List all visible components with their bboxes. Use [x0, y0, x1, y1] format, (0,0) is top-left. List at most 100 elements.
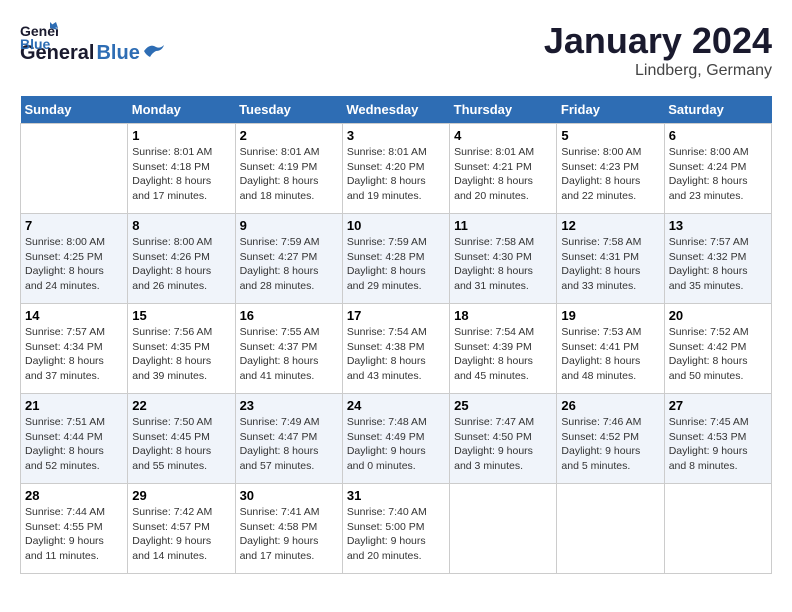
- calendar-cell: [557, 484, 664, 574]
- sunset-text: Sunset: 4:30 PM: [454, 251, 532, 263]
- logo: General Blue General Blue: [20, 20, 164, 65]
- calendar-cell: 19 Sunrise: 7:53 AM Sunset: 4:41 PM Dayligh…: [557, 304, 664, 394]
- calendar-cell: 11Sunrise: 7:58 AMSunset: 4:30 PMDayligh…: [450, 214, 557, 304]
- day-number: 18: [454, 308, 552, 323]
- sunset-text: Sunset: 4:45 PM: [132, 431, 210, 443]
- day-number: 3: [347, 128, 445, 143]
- day-number: 7: [25, 218, 123, 233]
- logo-text-blue: Blue: [96, 42, 139, 65]
- daylight-text: Daylight: 8 hours and 22 minutes.: [561, 175, 640, 202]
- sunset-text: Sunset: 4:41 PM: [561, 341, 639, 353]
- day-number: 20: [669, 308, 767, 323]
- sunset-text: Sunset: 4:55 PM: [25, 521, 103, 533]
- day-info: Sunrise: 8:01 AMSunset: 4:18 PMDaylight:…: [132, 145, 230, 204]
- daylight-text: Daylight: 8 hours and 45 minutes.: [454, 355, 533, 382]
- daylight-text: Daylight: 9 hours and 14 minutes.: [132, 535, 211, 562]
- weekday-header-sunday: Sunday: [21, 96, 128, 124]
- calendar-cell: 13Sunrise: 7:57 AMSunset: 4:32 PMDayligh…: [664, 214, 771, 304]
- day-info: Sunrise: 7:48 AMSunset: 4:49 PMDaylight:…: [347, 415, 445, 474]
- sunset-text: Sunset: 4:52 PM: [561, 431, 639, 443]
- bird-icon: [142, 43, 164, 59]
- calendar-cell: 31Sunrise: 7:40 AMSunset: 5:00 PMDayligh…: [342, 484, 449, 574]
- day-info: Sunrise: 8:00 AM Sunset: 4:23 PM Daylight:…: [561, 145, 659, 204]
- daylight-text: Daylight: 8 hours and 19 minutes.: [347, 175, 426, 202]
- day-number: 11: [454, 218, 552, 233]
- day-number: 24: [347, 398, 445, 413]
- day-info: Sunrise: 7:41 AMSunset: 4:58 PMDaylight:…: [240, 505, 338, 564]
- day-number: 1: [132, 128, 230, 143]
- day-number: 8: [132, 218, 230, 233]
- day-number: 16: [240, 308, 338, 323]
- calendar-cell: 28Sunrise: 7:44 AMSunset: 4:55 PMDayligh…: [21, 484, 128, 574]
- calendar-cell: 16Sunrise: 7:55 AMSunset: 4:37 PMDayligh…: [235, 304, 342, 394]
- sunrise-text: Sunrise: 7:56 AM: [132, 326, 212, 338]
- sunrise-text: Sunrise: 8:01 AM: [240, 146, 320, 158]
- sunset-text: Sunset: 4:58 PM: [240, 521, 318, 533]
- sunrise-text: Sunrise: 7:47 AM: [454, 416, 534, 428]
- sunset-text: Sunset: 4:32 PM: [669, 251, 747, 263]
- calendar-cell: 30Sunrise: 7:41 AMSunset: 4:58 PMDayligh…: [235, 484, 342, 574]
- day-info: Sunrise: 7:58 AMSunset: 4:31 PMDaylight:…: [561, 235, 659, 294]
- sunrise-text: Sunrise: 7:53 AM: [561, 326, 641, 338]
- sunset-text: Sunset: 4:50 PM: [454, 431, 532, 443]
- sunrise-text: Sunrise: 7:58 AM: [561, 236, 641, 248]
- sunrise-text: Sunrise: 8:01 AM: [132, 146, 212, 158]
- daylight-text: Daylight: 8 hours and 55 minutes.: [132, 445, 211, 472]
- day-number: 30: [240, 488, 338, 503]
- day-info: Sunrise: 7:57 AMSunset: 4:34 PMDaylight:…: [25, 325, 123, 384]
- svg-text:Blue: Blue: [20, 36, 51, 52]
- sunrise-text: Sunrise: 7:41 AM: [240, 506, 320, 518]
- calendar-cell: 12Sunrise: 7:58 AMSunset: 4:31 PMDayligh…: [557, 214, 664, 304]
- calendar-week-1: 1 Sunrise: 8:01 AMSunset: 4:18 PMDaylight…: [21, 124, 772, 214]
- day-info: Sunrise: 8:01 AMSunset: 4:19 PMDaylight:…: [240, 145, 338, 204]
- sunset-text: Sunset: 4:24 PM: [669, 161, 747, 173]
- sunrise-text: Sunrise: 7:58 AM: [454, 236, 534, 248]
- daylight-text: Daylight: 8 hours and 17 minutes.: [132, 175, 211, 202]
- calendar-cell: 2Sunrise: 8:01 AMSunset: 4:19 PMDaylight…: [235, 124, 342, 214]
- day-info: Sunrise: 7:49 AMSunset: 4:47 PMDaylight:…: [240, 415, 338, 474]
- day-info: Sunrise: 7:56 AMSunset: 4:35 PMDaylight:…: [132, 325, 230, 384]
- sunset-text: Sunset: 4:27 PM: [240, 251, 318, 263]
- daylight-text: Daylight: 8 hours and 35 minutes.: [669, 265, 748, 292]
- day-number: 17: [347, 308, 445, 323]
- day-number: 15: [132, 308, 230, 323]
- page-header: General Blue General Blue January 2024 L…: [20, 20, 772, 80]
- calendar-cell: 20Sunrise: 7:52 AMSunset: 4:42 PMDayligh…: [664, 304, 771, 394]
- calendar-week-2: 7Sunrise: 8:00 AMSunset: 4:25 PMDaylight…: [21, 214, 772, 304]
- sunset-text: Sunset: 4:23 PM: [561, 161, 639, 173]
- calendar-cell: 14Sunrise: 7:57 AMSunset: 4:34 PMDayligh…: [21, 304, 128, 394]
- sunrise-text: Sunrise: 7:57 AM: [25, 326, 105, 338]
- day-number: 25: [454, 398, 552, 413]
- day-info: Sunrise: 7:57 AMSunset: 4:32 PMDaylight:…: [669, 235, 767, 294]
- day-info: Sunrise: 7:42 AMSunset: 4:57 PMDaylight:…: [132, 505, 230, 564]
- calendar-header-row: SundayMondayTuesdayWednesdayThursdayFrid…: [21, 96, 772, 124]
- daylight-text: Daylight: 9 hours and 5 minutes.: [561, 445, 640, 472]
- calendar-cell: 23Sunrise: 7:49 AMSunset: 4:47 PMDayligh…: [235, 394, 342, 484]
- daylight-text: Daylight: 8 hours and 20 minutes.: [454, 175, 533, 202]
- day-number: 9: [240, 218, 338, 233]
- day-number: 29: [132, 488, 230, 503]
- calendar-cell: [21, 124, 128, 214]
- day-info: Sunrise: 7:59 AMSunset: 4:28 PMDaylight:…: [347, 235, 445, 294]
- daylight-text: Daylight: 8 hours and 29 minutes.: [347, 265, 426, 292]
- daylight-text: Daylight: 8 hours and 23 minutes.: [669, 175, 748, 202]
- calendar-cell: 3Sunrise: 8:01 AMSunset: 4:20 PMDaylight…: [342, 124, 449, 214]
- daylight-text: Daylight: 8 hours and 48 minutes.: [561, 355, 640, 382]
- weekday-header-monday: Monday: [128, 96, 235, 124]
- sunset-text: Sunset: 4:37 PM: [240, 341, 318, 353]
- sunrise-text: Sunrise: 8:00 AM: [561, 146, 641, 158]
- calendar-week-5: 28Sunrise: 7:44 AMSunset: 4:55 PMDayligh…: [21, 484, 772, 574]
- calendar-cell: 1 Sunrise: 8:01 AMSunset: 4:18 PMDaylight…: [128, 124, 235, 214]
- daylight-text: Daylight: 8 hours and 37 minutes.: [25, 355, 104, 382]
- calendar-cell: 5Sunrise: 8:00 AMSunset: 4:23 PMDaylight…: [557, 124, 664, 214]
- sunrise-text: Sunrise: 7:40 AM: [347, 506, 427, 518]
- sunrise-text: Sunrise: 7:48 AM: [347, 416, 427, 428]
- day-number: 19: [561, 308, 659, 323]
- day-number: 21: [25, 398, 123, 413]
- title-section: January 2024 Lindberg, Germany: [544, 20, 772, 80]
- sunrise-text: Sunrise: 8:00 AM: [669, 146, 749, 158]
- calendar-title: January 2024: [544, 20, 772, 62]
- sunrise-text: Sunrise: 7:54 AM: [454, 326, 534, 338]
- day-info: Sunrise: 7:51 AMSunset: 4:44 PMDaylight:…: [25, 415, 123, 474]
- sunset-text: Sunset: 4:35 PM: [132, 341, 210, 353]
